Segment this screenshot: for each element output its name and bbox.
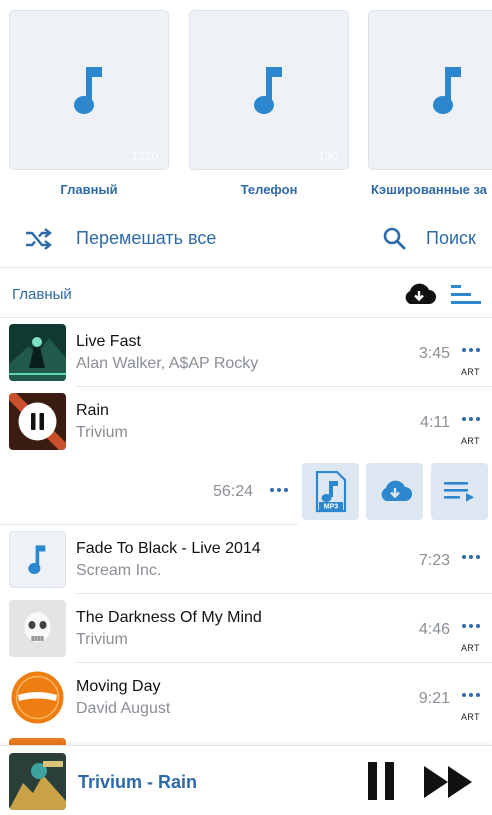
search-icon[interactable] bbox=[382, 226, 406, 250]
track-artist: Trivium bbox=[76, 631, 128, 648]
track-row[interactable]: Fade To Black - Live 2014 Scream Inc. 7:… bbox=[0, 525, 492, 594]
download-button[interactable] bbox=[366, 463, 423, 520]
mp3-file-icon: MP3 bbox=[315, 471, 347, 513]
expanded-actions-row: 56:24 MP3 bbox=[0, 455, 492, 525]
cloud-download-icon[interactable] bbox=[402, 282, 436, 306]
track-row[interactable]: Moving Day David August 9:21 ART bbox=[0, 663, 492, 732]
playlist-count: 130 bbox=[317, 149, 338, 163]
more-options-icon[interactable] bbox=[460, 555, 482, 561]
add-to-queue-button[interactable] bbox=[431, 463, 488, 520]
track-duration: 4:46 bbox=[418, 621, 450, 638]
music-note-icon bbox=[28, 545, 46, 574]
more-options-icon[interactable] bbox=[460, 417, 482, 423]
album-cover bbox=[9, 669, 66, 726]
more-options-icon[interactable] bbox=[460, 624, 482, 630]
now-playing-bar[interactable]: Trivium - Rain bbox=[0, 745, 492, 815]
track-duration: 4:11 bbox=[420, 414, 450, 431]
art-badge: ART bbox=[461, 436, 480, 446]
track-duration: 9:21 bbox=[418, 690, 450, 707]
music-note-icon bbox=[74, 67, 102, 114]
art-badge: ART bbox=[461, 367, 480, 377]
playlist-card-cached[interactable] bbox=[368, 10, 492, 170]
album-cover bbox=[9, 324, 66, 381]
track-title: Rain bbox=[76, 402, 109, 419]
more-options-icon[interactable] bbox=[460, 693, 482, 699]
total-duration: 56:24 bbox=[213, 483, 254, 500]
music-note-icon bbox=[433, 67, 461, 114]
music-note-icon bbox=[254, 67, 282, 114]
now-playing-cover bbox=[9, 753, 66, 810]
playlist-label[interactable]: Телефон bbox=[189, 182, 349, 197]
action-bar: Перемешать все Поиск bbox=[0, 210, 492, 268]
track-title: Live Fast bbox=[76, 333, 141, 350]
skip-next-icon[interactable] bbox=[424, 766, 474, 798]
track-artist: Alan Walker, A$AP Rocky bbox=[76, 355, 259, 372]
section-title: Главный bbox=[12, 286, 72, 303]
track-row-playing[interactable]: Rain Trivium 4:11 ART bbox=[0, 387, 492, 456]
track-title: The Darkness Of My Mind bbox=[76, 609, 262, 626]
sort-list-icon[interactable] bbox=[451, 284, 481, 306]
shuffle-all-button[interactable]: Перемешать все bbox=[76, 228, 216, 249]
mp3-label: MP3 bbox=[324, 504, 339, 511]
track-title: Fade To Black - Live 2014 bbox=[76, 540, 261, 557]
track-artist: Trivium bbox=[76, 424, 128, 441]
track-title: Moving Day bbox=[76, 678, 161, 695]
more-options-icon[interactable] bbox=[460, 348, 482, 354]
art-badge: ART bbox=[461, 643, 480, 653]
playlist-label[interactable]: Кэшированные за bbox=[371, 182, 492, 197]
track-duration: 3:45 bbox=[418, 345, 450, 362]
album-cover bbox=[9, 393, 66, 450]
playlist-label[interactable]: Главный bbox=[9, 182, 169, 197]
search-button[interactable]: Поиск bbox=[426, 228, 476, 249]
album-cover-placeholder bbox=[9, 531, 66, 588]
shuffle-icon[interactable] bbox=[24, 226, 52, 252]
track-artist: David August bbox=[76, 700, 171, 717]
album-cover bbox=[9, 600, 66, 657]
more-options-icon[interactable] bbox=[268, 488, 290, 494]
playlist-count: 1220 bbox=[131, 149, 158, 163]
track-duration: 7:23 bbox=[418, 552, 450, 569]
mp3-button[interactable]: MP3 bbox=[302, 463, 359, 520]
playlist-card-main[interactable]: 1220 bbox=[9, 10, 169, 170]
track-row[interactable]: Live Fast Alan Walker, A$AP Rocky 3:45 A… bbox=[0, 318, 492, 387]
track-row[interactable]: The Darkness Of My Mind Trivium 4:46 ART bbox=[0, 594, 492, 663]
now-playing-title: Trivium - Rain bbox=[78, 772, 198, 792]
cloud-download-icon bbox=[381, 480, 412, 501]
pause-icon[interactable] bbox=[367, 762, 395, 800]
section-header: Главный bbox=[0, 270, 492, 318]
playlists-carousel: 1220 Главный 130 Телефон Кэшированные за bbox=[0, 0, 492, 210]
playlist-card-phone[interactable]: 130 bbox=[189, 10, 349, 170]
art-badge: ART bbox=[461, 712, 480, 722]
track-artist: Scream Inc. bbox=[76, 562, 162, 579]
queue-icon bbox=[444, 482, 474, 502]
